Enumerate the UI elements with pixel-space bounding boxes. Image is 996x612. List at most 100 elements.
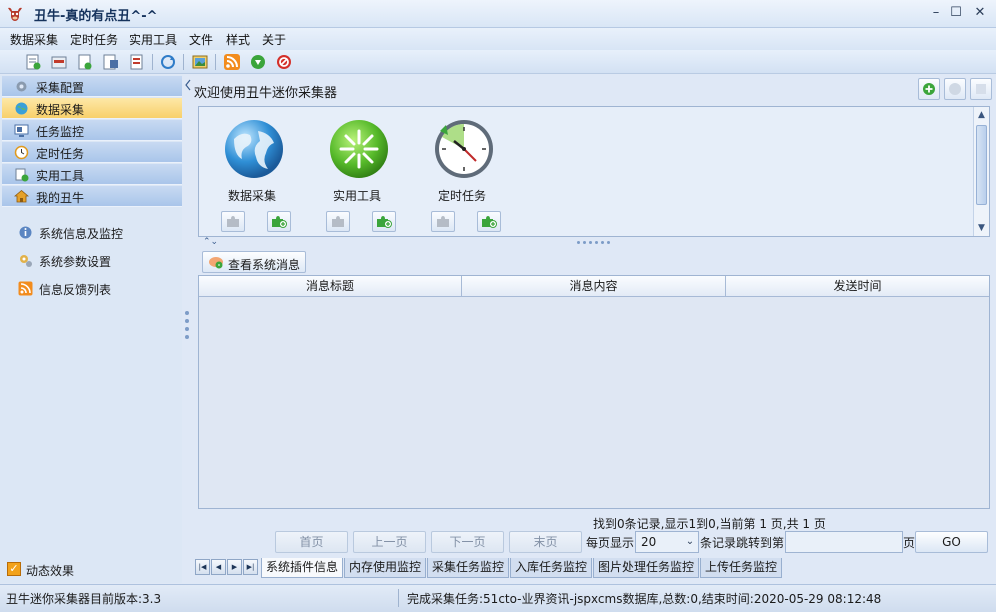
link-label: 信息反馈列表	[39, 283, 112, 297]
stop-icon[interactable]	[275, 53, 293, 71]
page-suffix-label: 页	[903, 536, 916, 550]
module-add-button[interactable]	[267, 211, 291, 232]
splitter-grip-dot	[583, 241, 586, 244]
task-status: 完成采集任务:51cto-业界资讯-jspxcms数据库,总数:0,结束时间:2…	[407, 592, 882, 606]
nav-item-collection-config[interactable]: 采集配置	[2, 76, 182, 97]
scroll-up-arrow-icon[interactable]: ▲	[974, 108, 989, 122]
save-icon[interactable]	[76, 53, 94, 71]
dynamic-effect-checkbox[interactable]: ✓	[7, 562, 21, 576]
module-add-button[interactable]	[372, 211, 396, 232]
puzzle-gray-icon	[437, 216, 449, 227]
module-panel-button[interactable]	[970, 78, 992, 100]
down-arrow-icon[interactable]	[249, 53, 267, 71]
panel-splitter[interactable]	[182, 75, 194, 583]
menu-scheduled-tasks[interactable]: 定时任务	[70, 31, 118, 48]
tab-image-monitor[interactable]: 图片处理任务监控	[593, 558, 700, 578]
puzzle-gray-icon	[227, 216, 239, 227]
nav-item-my-chouniu[interactable]: 我的丑牛	[2, 186, 182, 207]
tab-plugin-info[interactable]: 系统插件信息	[261, 558, 344, 578]
splitter-grip-dot	[589, 241, 592, 244]
tab-storage-monitor[interactable]: 入库任务监控	[510, 558, 593, 578]
toolbar-separator	[183, 54, 184, 70]
nav-item-task-monitor[interactable]: 任务监控	[2, 120, 182, 141]
starburst-icon[interactable]	[327, 117, 391, 181]
puzzle-add-icon	[482, 216, 497, 228]
column-header-title[interactable]: 消息标题	[199, 276, 462, 296]
tab-prev-icon[interactable]: ◀	[211, 559, 226, 575]
module-data-collection: 数据采集	[202, 117, 302, 233]
collapse-toggle-icon[interactable]: ⌃⌄	[203, 237, 218, 247]
module-scrollbar[interactable]: ▲ ▼	[973, 107, 989, 236]
per-page-select[interactable]: 20 ⌄	[635, 531, 699, 553]
disabled-circle-icon	[949, 83, 961, 95]
link-feedback-list[interactable]: 信息反馈列表	[18, 280, 168, 298]
collapse-left-icon[interactable]	[184, 79, 192, 91]
previous-page-button[interactable]: 上一页	[353, 531, 426, 553]
next-page-button[interactable]: 下一页	[431, 531, 504, 553]
import-icon[interactable]	[128, 53, 146, 71]
tab-first-icon[interactable]: |◀	[195, 559, 210, 575]
open-icon[interactable]	[50, 53, 68, 71]
link-label: 系统信息及监控	[39, 227, 124, 241]
module-disabled-button[interactable]	[221, 211, 245, 232]
link-system-info-monitor[interactable]: 系统信息及监控	[18, 224, 168, 242]
menu-bar: 数据采集 定时任务 实用工具 文件 样式 关于	[0, 28, 996, 50]
module-add-button[interactable]	[477, 211, 501, 232]
first-page-button[interactable]: 首页	[275, 531, 348, 553]
rss-icon	[18, 281, 33, 296]
module-disabled-button[interactable]	[326, 211, 350, 232]
toolbar-separator	[215, 54, 216, 70]
close-button[interactable]: ✕	[970, 4, 990, 22]
menu-utilities[interactable]: 实用工具	[129, 31, 177, 48]
nav-item-label: 任务监控	[36, 125, 85, 139]
column-header-send-time[interactable]: 发送时间	[726, 276, 989, 296]
menu-style[interactable]: 样式	[226, 31, 250, 48]
module-disabled-button[interactable]	[431, 211, 455, 232]
nav-item-data-collection[interactable]: 数据采集	[2, 98, 182, 119]
scrollbar-thumb[interactable]	[976, 125, 987, 205]
splitter-grip-dot	[601, 241, 604, 244]
page-number-input[interactable]	[785, 531, 903, 553]
tab-memory-monitor[interactable]: 内存使用监控	[344, 558, 427, 578]
menu-about[interactable]: 关于	[262, 31, 286, 48]
image-icon[interactable]	[191, 53, 209, 71]
tab-collection-monitor[interactable]: 采集任务监控	[427, 558, 510, 578]
rss-icon[interactable]	[223, 53, 241, 71]
module-scheduled-tasks: 定时任务	[412, 117, 512, 233]
globe-icon[interactable]	[222, 117, 286, 181]
plus-circle-icon	[923, 83, 935, 95]
refresh-icon[interactable]	[159, 53, 177, 71]
view-system-messages-button[interactable]: 查看系统消息	[202, 251, 306, 273]
module-option-button[interactable]	[944, 78, 966, 100]
per-page-label: 每页显示	[586, 536, 635, 550]
minimize-button[interactable]: –	[926, 4, 946, 22]
new-task-icon[interactable]	[24, 53, 42, 71]
menu-data-collection[interactable]: 数据采集	[10, 31, 58, 48]
maximize-button[interactable]: ☐	[946, 4, 966, 22]
puzzle-add-icon	[272, 216, 287, 228]
nav-item-label: 采集配置	[36, 81, 85, 95]
message-icon	[209, 257, 223, 269]
menu-file[interactable]: 文件	[189, 31, 213, 48]
add-module-button[interactable]	[918, 78, 940, 100]
window-title: 丑牛-真的有点丑^-^	[34, 9, 158, 24]
nav-item-utilities[interactable]: 实用工具	[2, 164, 182, 185]
splitter-grip-dot	[595, 241, 598, 244]
go-button[interactable]: GO	[915, 531, 988, 553]
clock-icon[interactable]	[432, 117, 496, 181]
toolbar	[0, 50, 996, 74]
gear-icon	[16, 81, 27, 92]
column-header-content[interactable]: 消息内容	[462, 276, 726, 296]
bull-logo-icon	[8, 7, 22, 21]
last-page-button[interactable]: 末页	[509, 531, 582, 553]
scroll-down-arrow-icon[interactable]: ▼	[974, 221, 989, 235]
panel-icon	[976, 84, 986, 94]
nav-item-scheduled-tasks[interactable]: 定时任务	[2, 142, 182, 163]
welcome-text: 欢迎使用丑牛迷你采集器	[194, 86, 338, 101]
tab-upload-monitor[interactable]: 上传任务监控	[700, 558, 783, 578]
chevron-down-icon: ⌄	[685, 536, 695, 547]
export-icon[interactable]	[102, 53, 120, 71]
link-system-settings[interactable]: 系统参数设置	[18, 252, 168, 270]
tab-next-icon[interactable]: ▶	[227, 559, 242, 575]
tab-last-icon[interactable]: ▶|	[243, 559, 258, 575]
